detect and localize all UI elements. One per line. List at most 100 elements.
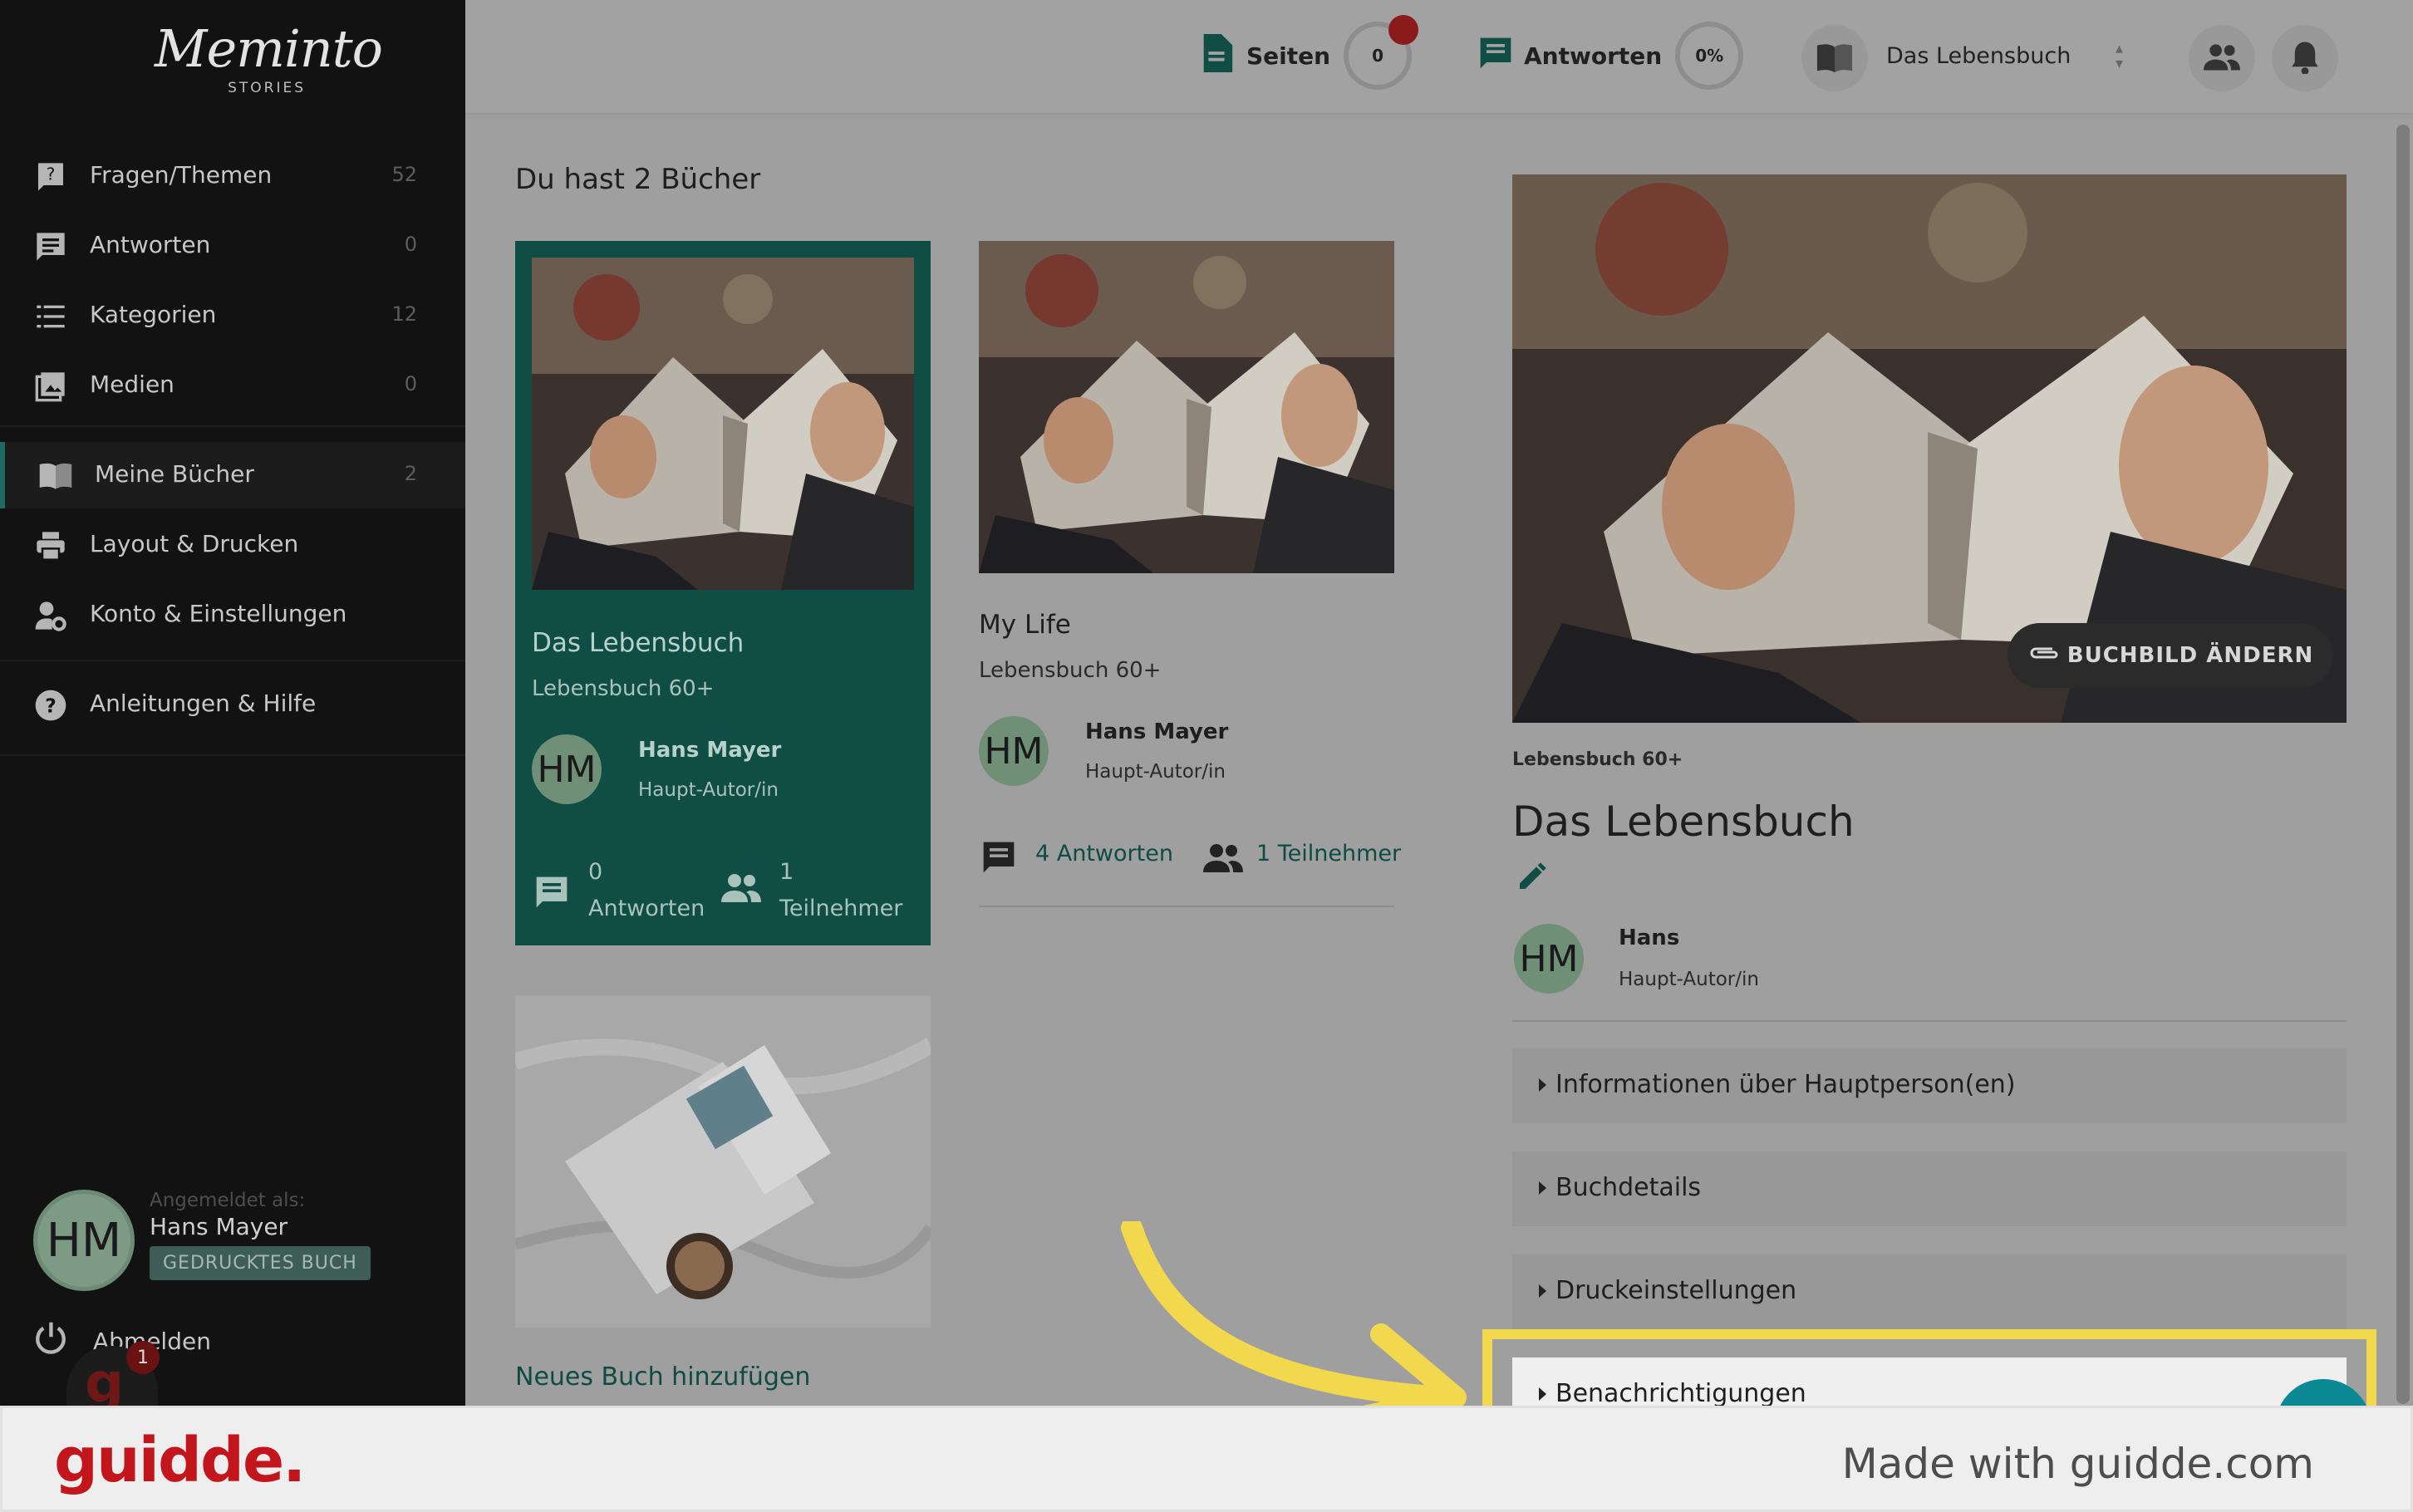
book-detail-panel: BUCHBILD ÄNDERN Lebensbuch 60+ Das Leben… xyxy=(1442,116,2413,1432)
sync-icon[interactable] xyxy=(1388,15,1419,45)
sidebar-item-hilfe[interactable]: ? Anleitungen & Hilfe xyxy=(0,671,465,738)
logged-in-label: Angemeldet als: xyxy=(150,1190,306,1211)
sidebar-item-fragen[interactable]: ? Fragen/Themen 52 xyxy=(0,143,465,209)
book-title: Das Lebensbuch xyxy=(532,628,745,658)
sidebar-divider xyxy=(0,660,465,661)
svg-text:?: ? xyxy=(45,694,57,717)
book-category: Lebensbuch 60+ xyxy=(979,658,1162,683)
sidebar-item-konto-einstellungen[interactable]: Konto & Einstellungen xyxy=(0,582,465,648)
paperclip-icon xyxy=(2027,643,2061,668)
answers-label: Antworten xyxy=(588,896,705,921)
book-category: Lebensbuch 60+ xyxy=(532,676,715,701)
accordion-main-persons[interactable]: Informationen über Hauptperson(en) xyxy=(1512,1048,2347,1123)
author-role: Haupt-Autor/in xyxy=(1085,761,1226,783)
answers-count: 0 xyxy=(588,859,603,885)
comment-icon xyxy=(33,229,68,264)
book-cover-image xyxy=(979,241,1394,573)
answers-label: Antworten xyxy=(1524,42,1663,70)
add-new-book-link[interactable]: Neues Buch hinzufügen xyxy=(515,1362,810,1392)
logo-text: Meminto xyxy=(155,18,383,79)
author-name: Hans Mayer xyxy=(1085,719,1229,744)
participants-link[interactable]: 1 Teilnehmer xyxy=(1256,841,1401,866)
answers-indicator[interactable]: Antworten 0% xyxy=(1477,22,1744,90)
author-name: Hans xyxy=(1619,925,1680,950)
participants-label: Teilnehmer xyxy=(779,896,903,921)
notifications-button[interactable] xyxy=(2272,25,2338,91)
question-icon: ? xyxy=(33,160,68,194)
avatar: HM xyxy=(532,734,602,804)
edit-title-button[interactable] xyxy=(1516,860,1549,896)
scrollbar[interactable] xyxy=(2396,125,2410,1404)
people-icon xyxy=(721,872,761,906)
document-icon xyxy=(1200,33,1233,78)
answers-progress: 0% xyxy=(1675,22,1744,90)
author-role: Haupt-Autor/in xyxy=(1619,969,1759,990)
comment-icon xyxy=(980,839,1017,879)
people-icon xyxy=(1203,842,1243,876)
sidebar-item-kategorien[interactable]: Kategorien 12 xyxy=(0,282,465,349)
pages-indicator[interactable]: Seiten 0 xyxy=(1200,15,1419,90)
book-title: Das Lebensbuch xyxy=(1512,798,1855,846)
change-cover-button[interactable]: BUCHBILD ÄNDERN xyxy=(2008,623,2333,688)
book-count-heading: Du hast 2 Bücher xyxy=(515,163,761,196)
made-with-text: Made with guidde.com xyxy=(1841,1440,2314,1488)
author-name: Hans Mayer xyxy=(638,738,782,763)
avatar: HM xyxy=(979,716,1049,786)
caret-right-icon xyxy=(1539,1284,1546,1298)
divider xyxy=(1512,1020,2347,1022)
card-divider xyxy=(979,906,1394,907)
participants-count: 1 xyxy=(779,859,794,885)
comment-icon xyxy=(533,874,570,914)
sidebar-item-meine-buecher[interactable]: Meine Bücher 2 xyxy=(0,442,465,508)
avatar[interactable]: HM xyxy=(33,1190,135,1291)
image-icon xyxy=(33,369,68,404)
logo-subtitle: STORIES xyxy=(228,80,306,96)
sidebar-divider xyxy=(0,425,465,427)
printer-icon xyxy=(33,528,68,563)
book-card-my-life[interactable]: My Life Lebensbuch 60+ HM Hans Mayer Hau… xyxy=(979,241,1401,1022)
help-icon: ? xyxy=(33,688,68,723)
app-logo[interactable]: Meminto STORIES xyxy=(155,18,383,101)
guidde-brand-logo[interactable]: guidde. xyxy=(54,1425,306,1496)
book-cover-image xyxy=(532,258,914,590)
book-select[interactable]: Das Lebensbuch ▴ ▾ xyxy=(1801,25,2134,91)
people-icon xyxy=(2204,42,2240,74)
caret-right-icon xyxy=(1539,1078,1546,1092)
new-book-card[interactable] xyxy=(515,995,931,1328)
accordion-print-settings[interactable]: Druckeinstellungen xyxy=(1512,1254,2347,1329)
book-icon xyxy=(38,459,73,493)
bell-icon xyxy=(2290,39,2320,77)
sidebar: Meminto STORIES ? Fragen/Themen 52 Antwo… xyxy=(0,0,465,1415)
new-book-image xyxy=(515,995,931,1328)
sidebar-item-antworten[interactable]: Antworten 0 xyxy=(0,213,465,279)
comment-icon xyxy=(1477,35,1514,77)
book-category: Lebensbuch 60+ xyxy=(1512,749,1683,770)
account-settings-icon xyxy=(33,598,68,633)
book-hero-image: BUCHBILD ÄNDERN xyxy=(1512,174,2347,723)
book-title: My Life xyxy=(979,610,1071,640)
user-name: Hans Mayer xyxy=(150,1213,288,1240)
answers-link[interactable]: 4 Antworten xyxy=(1035,841,1173,866)
accordion-book-details[interactable]: Buchdetails xyxy=(1512,1151,2347,1226)
pencil-icon xyxy=(1516,862,1549,896)
svg-text:?: ? xyxy=(47,164,56,184)
sidebar-item-layout-drucken[interactable]: Layout & Drucken xyxy=(0,512,465,578)
sidebar-divider xyxy=(0,754,465,756)
avatar: HM xyxy=(1514,924,1584,994)
book-card-das-lebensbuch[interactable]: Das Lebensbuch Lebensbuch 60+ HM Hans Ma… xyxy=(515,241,931,945)
book-icon xyxy=(1801,25,1868,91)
pointer-arrow-icon xyxy=(1121,1221,1467,1421)
list-icon xyxy=(33,299,68,334)
printed-book-badge: GEDRUCKTES BUCH xyxy=(150,1246,371,1280)
author-role: Haupt-Autor/in xyxy=(638,779,779,801)
book-list-panel: Du hast 2 Bücher Das Lebensbuch Lebensbu… xyxy=(465,116,1457,1406)
participants-button[interactable] xyxy=(2189,25,2255,91)
top-bar: Seiten 0 Antworten 0% Das Lebensbuch ▴ ▾ xyxy=(465,0,2413,115)
caret-right-icon xyxy=(1539,1181,1546,1195)
chevron-updown-icon: ▴ ▾ xyxy=(2116,40,2124,72)
pages-progress: 0 xyxy=(1344,15,1419,90)
footer-banner: guidde. Made with guidde.com xyxy=(0,1406,2413,1512)
notification-count-badge: 1 xyxy=(126,1341,160,1374)
pages-label: Seiten xyxy=(1246,42,1331,70)
sidebar-item-medien[interactable]: Medien 0 xyxy=(0,352,465,419)
